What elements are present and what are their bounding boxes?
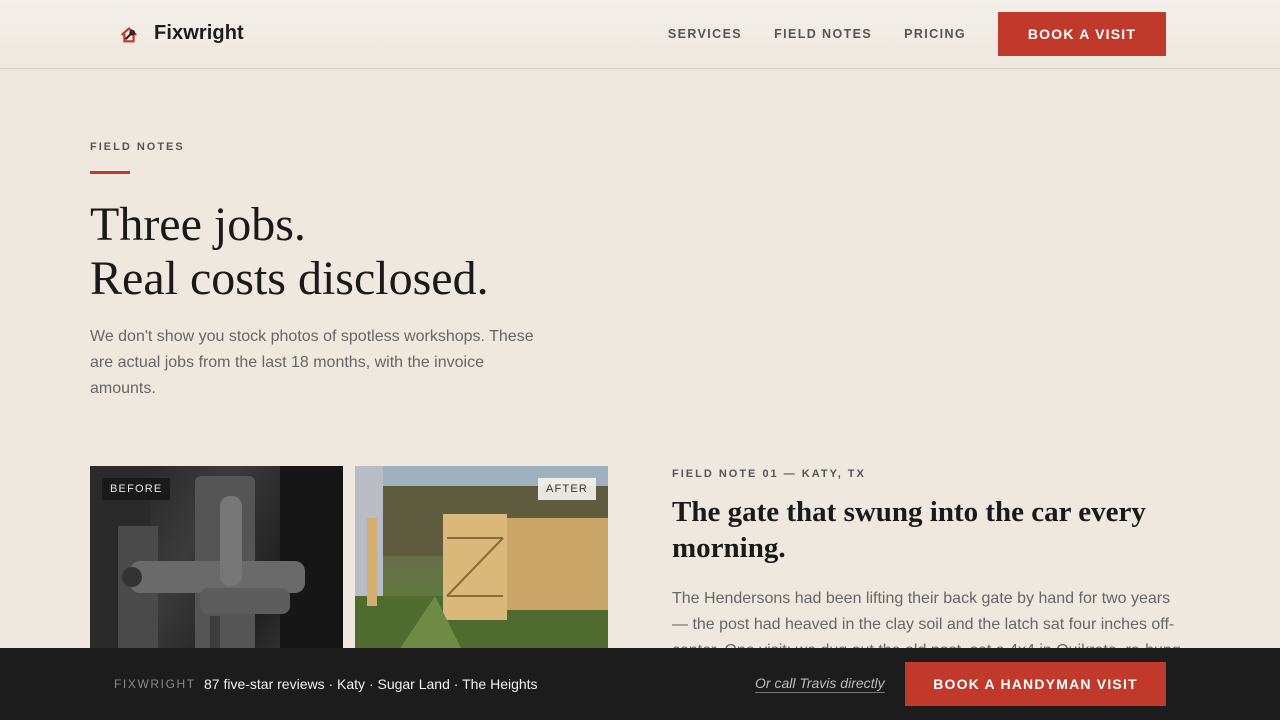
section-eyebrow: FIELD NOTES <box>90 141 185 153</box>
brand-link[interactable]: Fixwright <box>118 22 244 45</box>
sticky-brand: FIXWRIGHT <box>114 677 196 691</box>
wrench-house-icon <box>120 26 138 42</box>
after-tag: AFTER <box>537 478 596 500</box>
headline-line-1: Three jobs. <box>90 198 306 251</box>
page-title: Three jobs. Real costs disclosed. <box>90 198 790 306</box>
book-visit-button[interactable]: BOOK A VISIT <box>998 12 1166 56</box>
nav-services[interactable]: SERVICES <box>668 27 742 41</box>
sticky-reviews: 87 five-star reviews · Katy · Sugar Land… <box>204 676 538 692</box>
field-note-eyebrow: FIELD NOTE 01 — KATY, TX <box>672 468 866 480</box>
headline-line-2: Real costs disclosed. <box>90 252 489 305</box>
call-travis-link[interactable]: Or call Travis directly <box>755 675 885 693</box>
nav-pricing[interactable]: PRICING <box>904 27 966 41</box>
after-photo: AFTER <box>355 466 608 656</box>
sticky-cta-bar: FIXWRIGHT 87 five-star reviews · Katy · … <box>0 648 1280 720</box>
main-nav: SERVICES FIELD NOTES PRICING BOOK A VISI… <box>668 12 1166 56</box>
before-photo: BEFORE <box>90 466 343 656</box>
intro-paragraph: We don't show you stock photos of spotle… <box>90 328 534 397</box>
field-note-title: The gate that swung into the car every m… <box>672 496 1146 564</box>
eyebrow-divider <box>90 171 130 174</box>
site-header: Fixwright SERVICES FIELD NOTES PRICING B… <box>0 0 1280 69</box>
before-tag: BEFORE <box>102 478 171 500</box>
brand-name: Fixwright <box>154 22 244 44</box>
nav-field-notes[interactable]: FIELD NOTES <box>774 27 872 41</box>
book-handyman-button[interactable]: BOOK A HANDYMAN VISIT <box>905 662 1166 706</box>
